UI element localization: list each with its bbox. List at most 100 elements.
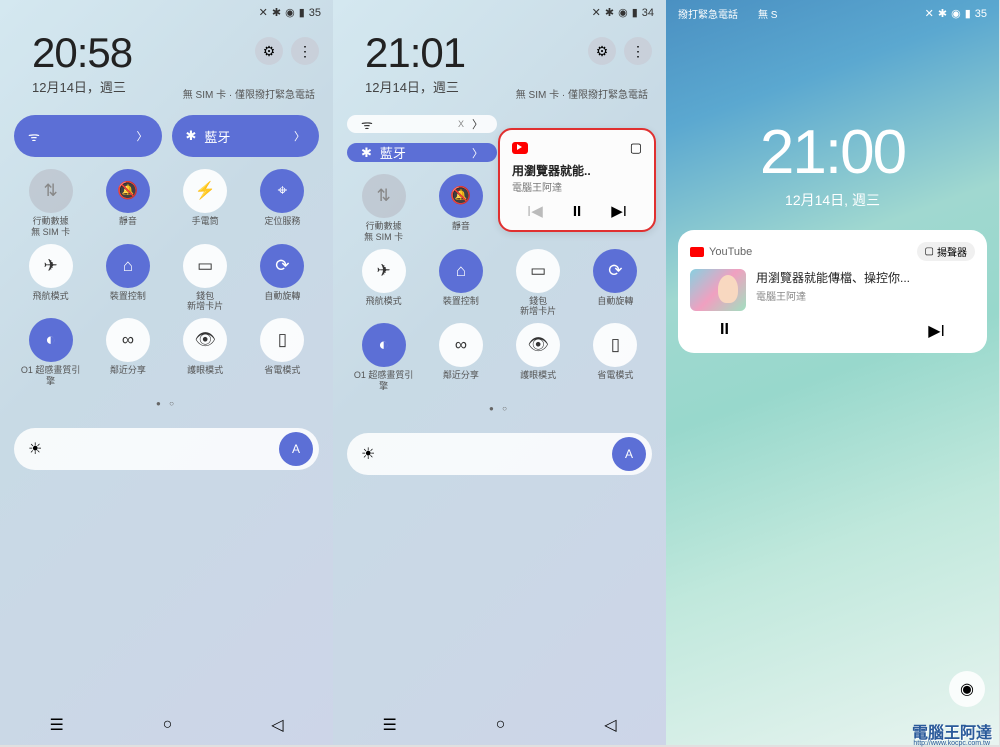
quick-tile[interactable]: ✈ 飛航模式 xyxy=(347,249,420,318)
quick-tile[interactable]: ⟳ 自動旋轉 xyxy=(579,249,652,318)
quick-tile[interactable]: ▭錢包新增卡片 xyxy=(169,244,242,313)
wifi-icon: ◉ xyxy=(285,6,295,19)
tile-label: 裝置控制 xyxy=(110,291,146,302)
wifi-tile[interactable]: ᯤX〉 xyxy=(347,115,497,133)
wifi-icon: ◉ xyxy=(618,6,628,19)
tile-icon: 👁 xyxy=(516,323,560,367)
tile-icon: ▯ xyxy=(260,318,304,362)
tile-label: 省電模式 xyxy=(597,370,633,381)
tile-icon: ✈ xyxy=(29,244,73,288)
bluetooth-icon: ✱ xyxy=(272,6,281,19)
tile-icon: 👁 xyxy=(183,318,227,362)
tile-icon: ⟳ xyxy=(593,249,637,293)
battery-icon: ▮ xyxy=(632,6,638,19)
bluetooth-tile[interactable]: ✱藍牙〉 xyxy=(172,115,320,157)
quick-tile[interactable]: ⟳自動旋轉 xyxy=(246,244,319,313)
wifi-icon: ᯤ xyxy=(28,127,40,145)
sun-icon: ☀ xyxy=(28,439,42,459)
status-bar: ✕ ✱ ◉ ▮ 34 xyxy=(333,0,666,25)
youtube-icon xyxy=(512,142,528,154)
tile-icon: ◐ xyxy=(29,318,73,362)
status-left-text: 撥打緊急電話 無 S xyxy=(678,6,777,21)
quick-tile[interactable]: ∞鄰近分享 xyxy=(424,323,497,392)
quick-tile[interactable]: ▭錢包新增卡片 xyxy=(502,249,575,318)
quick-tile[interactable]: 🔕 靜音 xyxy=(424,174,497,243)
tile-icon: ▭ xyxy=(183,244,227,288)
tile-label: 飛航模式 xyxy=(366,296,402,307)
tile-icon: ✈ xyxy=(362,249,406,293)
media-player-card[interactable]: ▢ 用瀏覽器就能.. 電腦王阿達 I◀ II ▶I xyxy=(498,128,656,232)
media-thumbnail xyxy=(690,269,746,311)
quick-tile[interactable]: ✈ 飛航模式 xyxy=(14,244,87,313)
wifi-tile[interactable]: ᯤ〉 xyxy=(14,115,162,157)
quick-tile[interactable]: ◐O1 超感畫質引擎 xyxy=(14,318,87,387)
auto-brightness-button[interactable]: A xyxy=(279,432,313,466)
quick-tile[interactable]: 🔕靜音 xyxy=(91,169,164,238)
battery-level: 34 xyxy=(642,7,654,19)
quick-tile[interactable]: ⌂裝置控制 xyxy=(91,244,164,313)
brightness-slider[interactable]: ☀ A xyxy=(347,433,652,475)
bluetooth-icon: ✱ xyxy=(605,6,614,19)
back-button[interactable]: ◁ xyxy=(271,715,283,735)
quick-tile[interactable]: 👁護眼模式 xyxy=(169,318,242,387)
status-bar: ✕ ✱ ◉ ▮ 35 xyxy=(0,0,333,25)
settings-icon[interactable]: ⚙ xyxy=(255,37,283,65)
previous-button[interactable]: I◀ xyxy=(527,202,543,220)
back-button[interactable]: ◁ xyxy=(604,715,616,735)
wifi-icon: ᯤ xyxy=(361,115,373,133)
bluetooth-tile[interactable]: ✱藍牙〉 xyxy=(347,143,497,162)
lock-date: 12月14日, 週三 xyxy=(666,190,999,210)
quick-tile[interactable]: ⌖定位服務 xyxy=(246,169,319,238)
media-title: 用瀏覽器就能.. xyxy=(512,162,642,179)
navigation-bar: ☰ ○ ◁ xyxy=(0,705,333,745)
quick-tile[interactable]: ⌂裝置控制 xyxy=(424,249,497,318)
home-button[interactable]: ○ xyxy=(163,716,173,734)
quick-tile[interactable]: ◐O1 超感畫質引擎 xyxy=(347,323,420,392)
clock-time: 20:58 xyxy=(32,29,132,77)
output-device-button[interactable]: ▢ 揚聲器 xyxy=(917,242,975,261)
chevron-right-icon: 〉 xyxy=(294,128,305,144)
quick-tile[interactable]: 👁護眼模式 xyxy=(502,323,575,392)
quick-tile[interactable]: ⇅行動數據無 SIM 卡 xyxy=(14,169,87,238)
auto-brightness-button[interactable]: A xyxy=(612,437,646,471)
tile-icon: 🔕 xyxy=(439,174,483,218)
tile-label: 自動旋轉 xyxy=(597,296,633,307)
quick-tile[interactable]: ▯省電模式 xyxy=(579,323,652,392)
wifi-icon: ◉ xyxy=(951,7,961,20)
quick-tile[interactable]: ▯ 省電模式 xyxy=(246,318,319,387)
tile-label: 行動數據無 SIM 卡 xyxy=(364,221,403,243)
battery-icon: ▮ xyxy=(299,6,305,19)
pause-button[interactable]: II xyxy=(573,203,581,220)
tile-label: 省電模式 xyxy=(264,365,300,376)
media-notification-card[interactable]: YouTube ▢ 揚聲器 用瀏覽器就能傳檔、操控你... 電腦王阿達 II ▶… xyxy=(678,230,987,353)
more-icon[interactable]: ⋮ xyxy=(291,37,319,65)
device-icon[interactable]: ▢ xyxy=(630,140,642,156)
tile-icon: ⚡ xyxy=(183,169,227,213)
quick-tile[interactable]: ⚡手電筒 xyxy=(169,169,242,238)
pause-button[interactable]: II xyxy=(720,321,729,341)
chevron-right-icon: 〉 xyxy=(472,116,483,132)
more-icon[interactable]: ⋮ xyxy=(624,37,652,65)
tile-label: 裝置控制 xyxy=(443,296,479,307)
page-indicator: ● ○ xyxy=(14,395,319,412)
tile-icon: ⇅ xyxy=(29,169,73,213)
recent-apps-button[interactable]: ☰ xyxy=(49,715,63,735)
home-button[interactable]: ○ xyxy=(496,716,506,734)
tile-label: 飛航模式 xyxy=(33,291,69,302)
tile-label: 靜音 xyxy=(452,221,470,232)
camera-icon: ◉ xyxy=(960,679,974,699)
camera-shortcut-button[interactable]: ◉ xyxy=(949,671,985,707)
clock-date: 12月14日，週三 xyxy=(365,77,465,96)
battery-icon: ▮ xyxy=(965,7,971,20)
brightness-slider[interactable]: ☀ A xyxy=(14,428,319,470)
next-button[interactable]: ▶I xyxy=(928,321,945,341)
settings-icon[interactable]: ⚙ xyxy=(588,37,616,65)
quick-tile[interactable]: ∞鄰近分享 xyxy=(91,318,164,387)
phone-screenshot-1: ✕ ✱ ◉ ▮ 35 20:58 12月14日，週三 ⚙ ⋮ 無 SIM 卡 ·… xyxy=(0,0,333,745)
tile-label: 鄰近分享 xyxy=(443,370,479,381)
phone-screenshot-2: ✕ ✱ ◉ ▮ 34 21:01 12月14日，週三 ⚙ ⋮ 無 SIM 卡 ·… xyxy=(333,0,666,745)
quick-tile[interactable]: ⇅行動數據無 SIM 卡 xyxy=(347,174,420,243)
recent-apps-button[interactable]: ☰ xyxy=(382,715,396,735)
next-button[interactable]: ▶I xyxy=(611,202,627,220)
youtube-icon xyxy=(690,247,704,257)
